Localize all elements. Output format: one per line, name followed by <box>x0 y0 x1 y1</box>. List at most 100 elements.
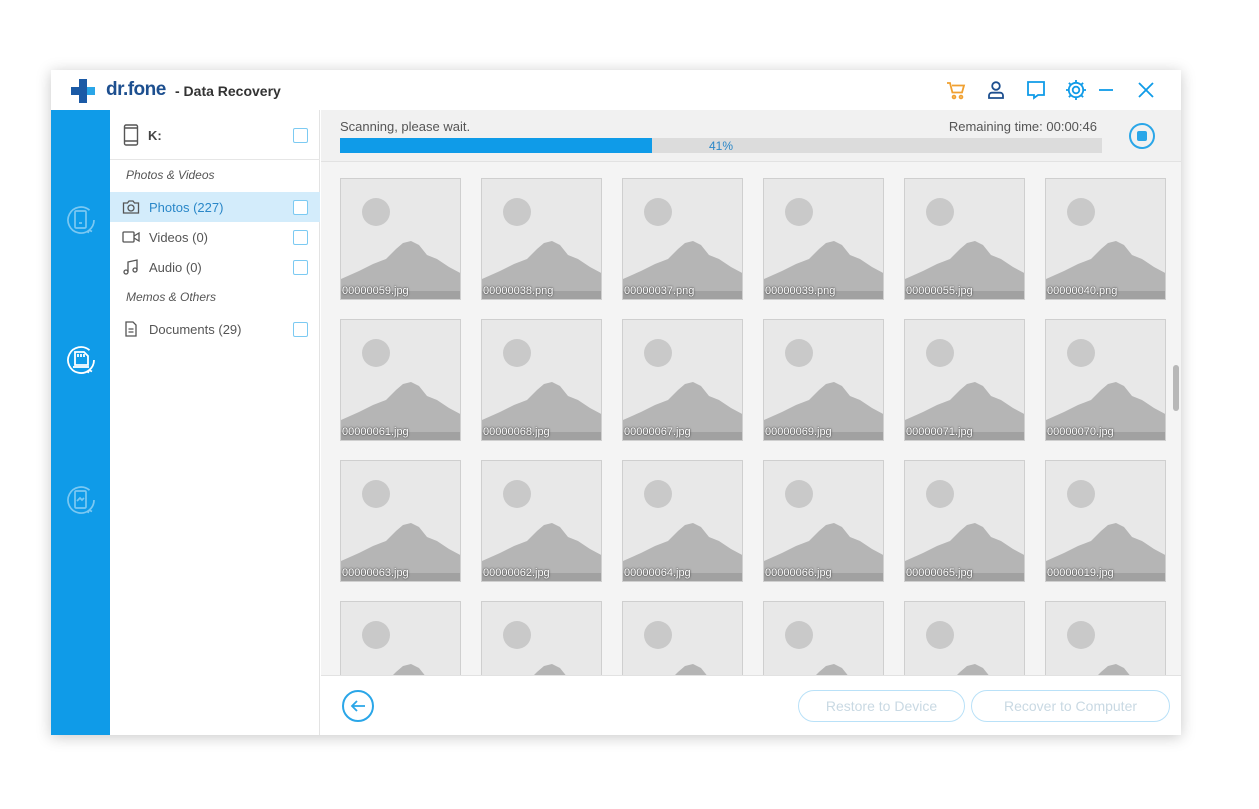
back-arrow-icon <box>350 700 365 712</box>
sidebar-item-label: Photos (227) <box>149 200 224 215</box>
drive-checkbox[interactable] <box>293 128 308 143</box>
thumbnail-filename: 00000037.png <box>624 285 695 297</box>
image-placeholder-icon <box>623 480 742 581</box>
phone-recovery-icon[interactable] <box>62 201 100 239</box>
sd-card-recovery-icon[interactable] <box>62 341 100 379</box>
image-placeholder-icon <box>341 339 460 440</box>
account-icon[interactable] <box>984 78 1008 102</box>
thumbnail-item[interactable]: 00000019.jpg <box>1045 460 1166 582</box>
image-placeholder-icon <box>905 198 1024 299</box>
brand-name: dr.fone <box>106 79 166 100</box>
image-placeholder-icon <box>341 480 460 581</box>
thumbnail-item[interactable] <box>340 601 461 675</box>
image-placeholder-icon <box>1067 621 1130 675</box>
thumbnail-filename: 00000064.jpg <box>624 567 691 579</box>
stop-icon <box>1137 131 1147 141</box>
scan-progress-label: 41% <box>708 139 734 153</box>
feedback-icon[interactable] <box>1024 78 1048 102</box>
thumbnail-item[interactable]: 00000071.jpg <box>904 319 1025 441</box>
music-icon <box>122 259 140 275</box>
sidebar-item-videos[interactable]: Videos (0) <box>110 222 320 252</box>
thumbnail-item[interactable]: 00000066.jpg <box>763 460 884 582</box>
image-placeholder-icon <box>482 198 601 299</box>
thumbnail-filename: 00000068.jpg <box>483 426 550 438</box>
document-icon <box>122 321 140 337</box>
scan-status-bar: Scanning, please wait. Remaining time: 0… <box>321 110 1181 162</box>
sidebar-item-label: Videos (0) <box>149 230 209 245</box>
thumbnail-item[interactable]: 00000055.jpg <box>904 178 1025 300</box>
recover-to-computer-button[interactable]: Recover to Computer <box>971 690 1170 722</box>
restore-to-device-button[interactable]: Restore to Device <box>798 690 965 722</box>
backup-recovery-icon[interactable] <box>62 481 100 519</box>
image-placeholder-icon <box>341 198 460 299</box>
thumbnail-item[interactable]: 00000063.jpg <box>340 460 461 582</box>
videos-checkbox[interactable] <box>293 230 308 245</box>
image-placeholder-icon <box>482 339 601 440</box>
image-placeholder-icon <box>362 621 425 675</box>
thumbnail-item[interactable] <box>763 601 884 675</box>
image-placeholder-icon <box>482 480 601 581</box>
thumbnail-item[interactable] <box>904 601 1025 675</box>
thumbnail-item[interactable] <box>1045 601 1166 675</box>
thumbnail-filename: 00000070.jpg <box>1047 426 1114 438</box>
photos-checkbox[interactable] <box>293 200 308 215</box>
thumbnail-filename: 00000055.jpg <box>906 285 973 297</box>
thumbnail-item[interactable]: 00000068.jpg <box>481 319 602 441</box>
image-placeholder-icon <box>785 621 848 675</box>
image-placeholder-icon <box>905 339 1024 440</box>
thumbnail-filename: 00000069.jpg <box>765 426 832 438</box>
image-placeholder-icon <box>644 621 707 675</box>
back-button[interactable] <box>342 690 374 722</box>
thumbnail-filename: 00000071.jpg <box>906 426 973 438</box>
thumbnail-item[interactable]: 00000059.jpg <box>340 178 461 300</box>
thumbnail-grid: 00000059.jpg 00000038.png 00000037.png 0000… <box>321 163 1181 675</box>
documents-checkbox[interactable] <box>293 322 308 337</box>
section-photos-videos: Photos & Videos <box>126 168 215 182</box>
sidebar-item-documents[interactable]: Documents (29) <box>110 314 320 344</box>
thumbnail-item[interactable]: 00000070.jpg <box>1045 319 1166 441</box>
thumbnail-filename: 00000067.jpg <box>624 426 691 438</box>
thumbnail-item[interactable]: 00000037.png <box>622 178 743 300</box>
image-placeholder-icon <box>926 621 989 675</box>
image-placeholder-icon <box>1046 480 1165 581</box>
section-memos-others: Memos & Others <box>126 290 217 304</box>
thumbnail-filename: 00000040.png <box>1047 285 1118 297</box>
app-window: dr.fone - Data Recovery K: Photos & Vide… <box>51 70 1181 735</box>
thumbnail-item[interactable]: 00000039.png <box>763 178 884 300</box>
audio-checkbox[interactable] <box>293 260 308 275</box>
thumbnail-item[interactable]: 00000038.png <box>481 178 602 300</box>
drive-row[interactable]: K: <box>110 110 320 160</box>
thumbnail-item[interactable]: 00000065.jpg <box>904 460 1025 582</box>
minimize-icon[interactable] <box>1094 78 1118 102</box>
thumbnail-item[interactable] <box>622 601 743 675</box>
remaining-time: Remaining time: 00:00:46 <box>948 119 1097 134</box>
thumbnail-item[interactable]: 00000067.jpg <box>622 319 743 441</box>
thumbnail-filename: 00000061.jpg <box>342 426 409 438</box>
mode-rail <box>51 110 110 735</box>
thumbnail-filename: 00000039.png <box>765 285 836 297</box>
phone-device-icon <box>123 124 139 146</box>
stop-scan-button[interactable] <box>1129 123 1155 149</box>
thumbnail-item[interactable] <box>481 601 602 675</box>
sidebar-item-audio[interactable]: Audio (0) <box>110 252 320 282</box>
thumbnail-item[interactable]: 00000069.jpg <box>763 319 884 441</box>
thumbnail-filename: 00000066.jpg <box>765 567 832 579</box>
thumbnail-item[interactable]: 00000040.png <box>1045 178 1166 300</box>
video-icon <box>122 229 140 245</box>
settings-icon[interactable] <box>1064 78 1088 102</box>
results-pane: Scanning, please wait. Remaining time: 0… <box>321 110 1181 735</box>
thumbnail-item[interactable]: 00000061.jpg <box>340 319 461 441</box>
image-placeholder-icon <box>1046 339 1165 440</box>
thumbnail-filename: 00000019.jpg <box>1047 567 1114 579</box>
thumbnail-item[interactable]: 00000062.jpg <box>481 460 602 582</box>
thumbnail-filename: 00000065.jpg <box>906 567 973 579</box>
close-icon[interactable] <box>1134 78 1158 102</box>
grid-scrollbar[interactable] <box>1173 365 1179 411</box>
thumbnail-item[interactable]: 00000064.jpg <box>622 460 743 582</box>
sidebar-item-photos[interactable]: Photos (227) <box>110 192 320 222</box>
thumbnail-filename: 00000063.jpg <box>342 567 409 579</box>
image-placeholder-icon <box>1046 198 1165 299</box>
camera-icon <box>122 199 140 215</box>
cart-icon[interactable] <box>944 78 968 102</box>
image-placeholder-icon <box>764 198 883 299</box>
